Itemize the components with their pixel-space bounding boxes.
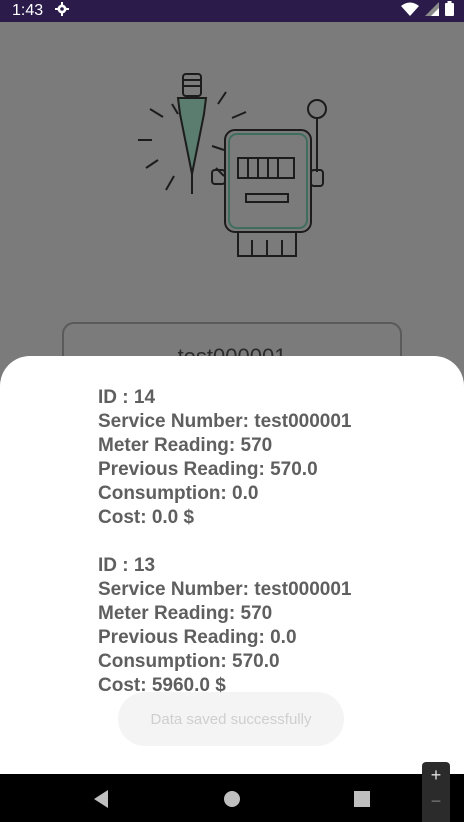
record-service-number: Service Number: test000001 <box>98 579 352 600</box>
recents-button[interactable] <box>351 788 373 810</box>
back-button[interactable] <box>90 788 112 810</box>
battery-icon <box>445 1 454 21</box>
gear-icon <box>55 1 70 21</box>
toast-message: Data saved successfully <box>118 692 344 746</box>
home-button[interactable] <box>221 788 243 810</box>
record-service-number: Service Number: test000001 <box>98 411 352 432</box>
list-item: ID : 14 Service Number: test000001 Meter… <box>98 386 351 530</box>
zoom-control: + − <box>422 762 450 822</box>
zoom-in-button[interactable]: + <box>422 762 450 788</box>
record-previous-reading: Previous Reading: 0.0 <box>98 627 297 648</box>
wifi-icon <box>401 2 419 21</box>
navigation-bar <box>0 774 464 822</box>
record-previous-reading: Previous Reading: 570.0 <box>98 459 318 480</box>
signal-icon <box>425 1 439 21</box>
record-meter-reading: Meter Reading: 570 <box>98 435 273 456</box>
records-list: ID : 14 Service Number: test000001 Meter… <box>98 386 351 722</box>
zoom-out-button[interactable]: − <box>422 788 450 814</box>
record-cost: Cost: 0.0 $ <box>98 507 195 528</box>
status-bar: 1:43 <box>0 0 464 22</box>
record-meter-reading: Meter Reading: 570 <box>98 603 273 624</box>
record-consumption: Consumption: 570.0 <box>98 651 280 672</box>
record-id: ID : 14 <box>98 387 156 408</box>
list-item: ID : 13 Service Number: test000001 Meter… <box>98 554 351 698</box>
meter-illustration <box>128 64 338 264</box>
record-id: ID : 13 <box>98 555 156 576</box>
status-time: 1:43 <box>12 2 44 19</box>
record-consumption: Consumption: 0.0 <box>98 483 259 504</box>
